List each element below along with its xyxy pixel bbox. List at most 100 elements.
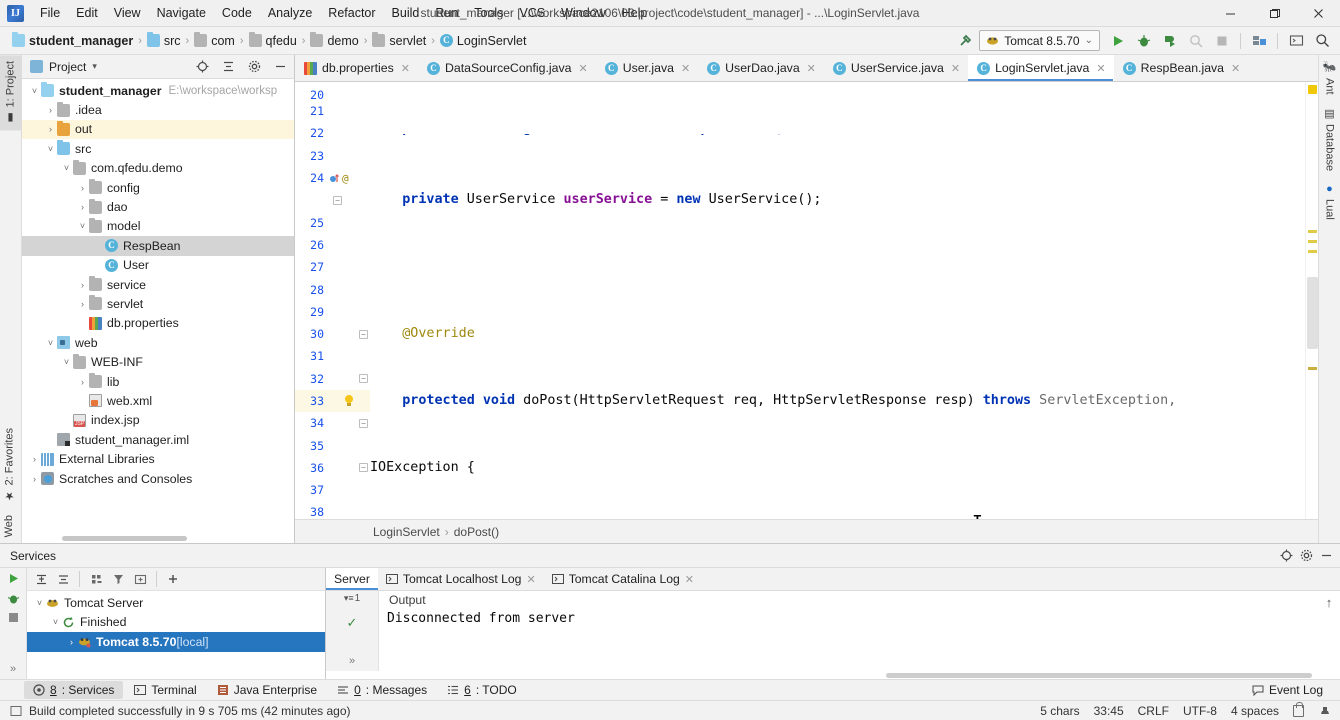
- stop-button[interactable]: [8, 612, 19, 623]
- status-indent[interactable]: 4 spaces: [1231, 704, 1279, 718]
- hide-services-button[interactable]: [1316, 546, 1336, 566]
- override-method-icon[interactable]: [329, 173, 340, 184]
- breadcrumb-loginservlet[interactable]: C LoginServlet: [436, 32, 531, 50]
- expand-all-button[interactable]: [31, 570, 51, 589]
- tree-row-web-xml[interactable]: web.xml: [22, 391, 294, 410]
- menu-analyze[interactable]: Analyze: [260, 3, 320, 23]
- stop-button[interactable]: [1210, 30, 1234, 52]
- sidebar-item-web[interactable]: Web: [0, 509, 18, 543]
- intention-bulb-icon[interactable]: [343, 394, 355, 408]
- run-configuration-selector[interactable]: Tomcat 8.5.70 ⌄: [979, 30, 1100, 51]
- tab-db-properties[interactable]: db.properties ✕: [295, 55, 418, 81]
- code-text[interactable]: public class LoginServlet extends HttpSe…: [370, 82, 1305, 519]
- breadcrumb-src[interactable]: src: [143, 32, 185, 50]
- sidebar-item-favorites[interactable]: ★ 2: Favorites: [0, 422, 19, 508]
- status-caret-position[interactable]: 33:45: [1094, 704, 1124, 718]
- expand-log-actions-button[interactable]: »: [349, 655, 355, 671]
- breadcrumb-student-manager[interactable]: student_manager: [8, 32, 137, 50]
- tree-row-service[interactable]: › service: [22, 275, 294, 294]
- filter-button[interactable]: [108, 570, 128, 589]
- tab-datasourceconfig-java[interactable]: C DataSourceConfig.java ✕: [418, 55, 596, 81]
- tab-close-icon[interactable]: ✕: [578, 62, 587, 75]
- tab-userdao-java[interactable]: C UserDao.java ✕: [698, 55, 824, 81]
- expand-arrow[interactable]: ›: [76, 299, 89, 309]
- build-status-icon[interactable]: [10, 705, 22, 717]
- hide-pane-button[interactable]: [270, 57, 290, 77]
- menu-file[interactable]: File: [32, 3, 68, 23]
- menu-refactor[interactable]: Refactor: [320, 3, 383, 23]
- debug-button[interactable]: [1132, 30, 1156, 52]
- tab-close-icon[interactable]: ✕: [807, 62, 816, 75]
- editor-scrollbar[interactable]: [1305, 82, 1318, 519]
- expand-arrow[interactable]: ˅: [28, 86, 41, 96]
- tree-row-respbean[interactable]: C RespBean: [22, 236, 294, 256]
- sidebar-item-ant[interactable]: 🐜 Ant: [1319, 55, 1340, 101]
- bottom-tab-terminal[interactable]: Terminal: [125, 681, 205, 699]
- menu-view[interactable]: View: [106, 3, 149, 23]
- scrollbar-thumb[interactable]: [1307, 277, 1318, 349]
- project-horizontal-scrollbar[interactable]: [22, 534, 294, 543]
- expand-arrow[interactable]: ˅: [44, 144, 57, 154]
- profiler-button[interactable]: [1184, 30, 1208, 52]
- minimize-button[interactable]: [1208, 0, 1252, 27]
- debug-button[interactable]: [7, 592, 20, 605]
- build-hammer-icon[interactable]: [953, 30, 977, 52]
- tab-close-icon[interactable]: ✕: [401, 62, 410, 75]
- soft-wrap-icon[interactable]: ▾≡ 1: [344, 593, 360, 604]
- tree-row-external-libraries[interactable]: › External Libraries: [22, 449, 294, 468]
- run-with-coverage-button[interactable]: [1158, 30, 1182, 52]
- collapse-all-button[interactable]: [53, 570, 73, 589]
- breadcrumb-com[interactable]: com: [190, 32, 239, 50]
- lock-icon[interactable]: [1293, 701, 1304, 717]
- sidebar-item-lua[interactable]: ● Lual: [1319, 177, 1340, 226]
- tree-row-index-jsp[interactable]: index.jsp: [22, 411, 294, 430]
- expand-arrow[interactable]: ›: [44, 105, 57, 115]
- menu-navigate[interactable]: Navigate: [149, 3, 214, 23]
- breadcrumb-demo[interactable]: demo: [306, 32, 362, 50]
- log-tab-server[interactable]: Server: [326, 568, 378, 590]
- tab-close-icon[interactable]: ✕: [1096, 62, 1105, 75]
- fold-icon[interactable]: −: [359, 374, 368, 384]
- tree-row-servlet[interactable]: › servlet: [22, 294, 294, 313]
- fold-icon[interactable]: −: [359, 329, 368, 339]
- fold-icon[interactable]: −: [333, 195, 342, 205]
- warning-marker[interactable]: [1308, 250, 1317, 253]
- sidebar-item-project[interactable]: ▮ 1: Project: [0, 55, 21, 131]
- services-locate-button[interactable]: [1276, 546, 1296, 566]
- breadcrumb-qfedu[interactable]: qfedu: [245, 32, 301, 50]
- tab-close-icon[interactable]: ✕: [951, 62, 960, 75]
- log-tab-close-icon[interactable]: ✕: [685, 573, 694, 586]
- log-tab-catalina[interactable]: Tomcat Catalina Log ✕: [544, 568, 702, 590]
- search-everywhere-icon[interactable]: [1310, 30, 1334, 52]
- tree-row-src[interactable]: ˅ src: [22, 139, 294, 158]
- tree-row-db-properties[interactable]: db.properties: [22, 314, 294, 333]
- project-tree[interactable]: ˅ student_manager E:\workspace\worksp › …: [22, 79, 294, 534]
- tree-row-out[interactable]: › out: [22, 119, 294, 140]
- tree-row-idea[interactable]: › .idea: [22, 100, 294, 119]
- expand-actions-button[interactable]: »: [10, 663, 16, 679]
- bottom-tab-services[interactable]: 8: Services: [24, 681, 124, 699]
- fold-icon[interactable]: −: [359, 463, 368, 473]
- expand-arrow[interactable]: ˅: [33, 598, 46, 608]
- add-service-button[interactable]: [163, 570, 183, 589]
- tree-row-model[interactable]: ˅ model: [22, 217, 294, 236]
- tab-respbean-java[interactable]: C RespBean.java ✕: [1114, 55, 1249, 81]
- expand-arrow[interactable]: ›: [76, 202, 89, 212]
- close-button[interactable]: [1296, 0, 1340, 27]
- tree-row-config[interactable]: › config: [22, 178, 294, 197]
- warning-marker[interactable]: [1308, 240, 1317, 243]
- event-log-button[interactable]: Event Log: [1243, 681, 1332, 699]
- tree-row-student-manager[interactable]: ˅ student_manager E:\workspace\worksp: [22, 81, 294, 100]
- terminal-button[interactable]: [1284, 30, 1308, 52]
- log-scrollbar[interactable]: ↑: [1318, 591, 1340, 671]
- log-horizontal-scrollb[interactable]: [326, 671, 1340, 679]
- log-tab-close-icon[interactable]: ✕: [526, 573, 535, 586]
- inspection-status-icon[interactable]: [1308, 85, 1317, 94]
- tab-close-icon[interactable]: ✕: [681, 62, 690, 75]
- services-tree[interactable]: ˅ Tomcat Server ˅ Finished › Tomcat 8.5.…: [27, 591, 325, 679]
- power-save-icon[interactable]: [1318, 704, 1332, 718]
- log-tab-localhost[interactable]: Tomcat Localhost Log ✕: [378, 568, 544, 590]
- tree-row-dao[interactable]: › dao: [22, 197, 294, 216]
- gear-icon[interactable]: [244, 57, 264, 77]
- tree-row-web-inf[interactable]: ˅ WEB-INF: [22, 352, 294, 371]
